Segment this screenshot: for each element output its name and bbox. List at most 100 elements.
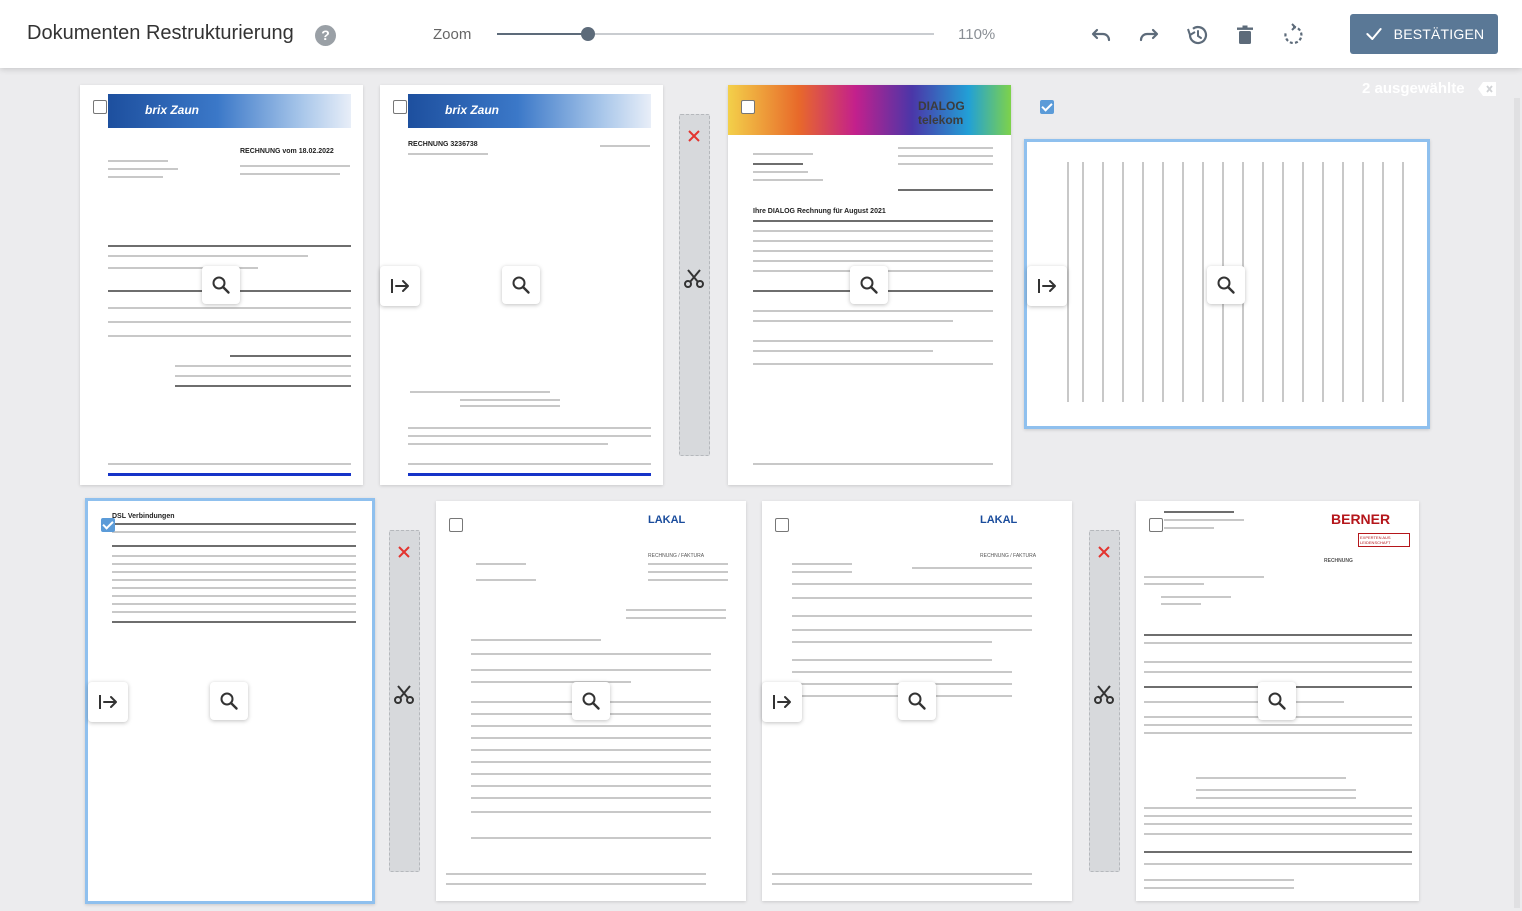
doc-line [792,615,1032,617]
remove-split-icon[interactable] [1097,545,1111,559]
scrollbar[interactable] [1514,98,1520,908]
doc-heading: RECHNUNG vom 18.02.2022 [240,148,334,155]
magnifier-icon [1268,692,1286,710]
doc-line [753,220,993,222]
doc-line [112,587,356,589]
document-split-divider[interactable] [389,530,420,872]
undo-button[interactable] [1088,22,1114,48]
doc-line [1082,162,1084,402]
redo-button[interactable] [1136,22,1162,48]
page-zoom-button[interactable] [210,682,248,720]
page-zoom-button[interactable] [898,682,936,720]
page-checkbox[interactable] [741,100,755,114]
page-zoom-button[interactable] [202,266,240,304]
rotate-button[interactable] [1280,22,1306,48]
magnifier-icon [1217,276,1235,294]
doc-line [792,671,1012,673]
doc-line [112,621,356,623]
doc-line [626,617,726,619]
doc-line [753,171,808,173]
doc-line [600,145,650,147]
doc-line [108,463,351,465]
document-split-divider[interactable] [679,114,710,456]
delete-button[interactable] [1232,22,1258,48]
scissors-icon[interactable] [393,683,415,705]
doc-line [108,321,351,323]
doc-line [108,168,178,170]
page-checkbox[interactable] [449,518,463,532]
doc-line [792,597,1032,599]
doc-line [1142,162,1144,402]
doc-line [792,659,992,661]
doc-line [1144,807,1412,809]
page-zoom-button[interactable] [1258,682,1296,720]
doc-line [753,240,993,242]
doc-line [471,761,711,763]
page-zoom-button[interactable] [1207,266,1245,304]
page-checkbox[interactable] [93,100,107,114]
doc-line [1196,789,1356,791]
doc-line [471,725,711,727]
doc-line [648,571,728,573]
scissors-icon[interactable] [1093,683,1115,705]
page-checkbox[interactable] [1149,518,1163,532]
doc-line [1164,511,1234,513]
page-checkbox[interactable] [101,518,115,532]
page-checkbox[interactable] [1040,100,1054,114]
berner-logo: BERNER [1331,511,1391,527]
doc-line [898,147,993,149]
page-zoom-button[interactable] [572,682,610,720]
move-page-button[interactable] [1027,266,1067,306]
doc-line [1342,162,1344,402]
doc-line [112,579,356,581]
doc-line [471,749,711,751]
help-icon[interactable]: ? [315,25,336,46]
page-checkbox[interactable] [393,100,407,114]
magnifier-icon [908,692,926,710]
scissors-icon[interactable] [683,267,705,289]
doc-line [112,595,356,597]
doc-line [471,811,711,813]
zoom-slider-track[interactable] [497,33,934,35]
zoom-slider-thumb[interactable] [581,27,595,41]
doc-line [1161,596,1231,598]
doc-line [408,443,608,445]
page-zoom-button[interactable] [850,266,888,304]
doc-line [792,583,1032,585]
undo-icon [1091,28,1111,42]
remove-split-icon[interactable] [397,545,411,559]
zoom-label: Zoom [433,26,472,43]
clear-selection-button[interactable] [1477,81,1497,97]
lakal-logo: LAKAL [648,514,686,526]
doc-heading: RECHNUNG 3236738 [408,141,478,148]
history-button[interactable] [1184,22,1210,48]
workspace: 2 ausgewählte brix Zaun RECHNUNG vom 18.… [0,68,1522,911]
doc-line [753,260,993,262]
move-page-button[interactable] [762,682,802,722]
confirm-button[interactable]: BESTÄTIGEN [1350,14,1498,54]
move-page-button[interactable] [380,266,420,306]
doc-line [1144,634,1412,636]
doc-line [753,320,953,322]
doc-line [476,579,536,581]
doc-line [240,173,340,175]
doc-line [240,165,350,167]
doc-line [1144,724,1412,726]
doc-line [1382,162,1384,402]
doc-heading: RECHNUNG / FAKTURA [980,553,1037,559]
doc-line [460,399,560,401]
doc-line [410,391,550,393]
move-page-button[interactable] [88,682,128,722]
page-zoom-button[interactable] [502,266,540,304]
page-checkbox[interactable] [775,518,789,532]
remove-split-icon[interactable] [687,129,701,143]
doc-line [1144,879,1294,881]
doc-line [471,639,601,641]
document-split-divider[interactable] [1089,530,1120,872]
doc-line [1144,583,1204,585]
doc-line [1144,823,1412,825]
magnifier-icon [860,276,878,294]
magnifier-icon [582,692,600,710]
doc-line [1144,671,1412,673]
doc-line [471,653,711,655]
